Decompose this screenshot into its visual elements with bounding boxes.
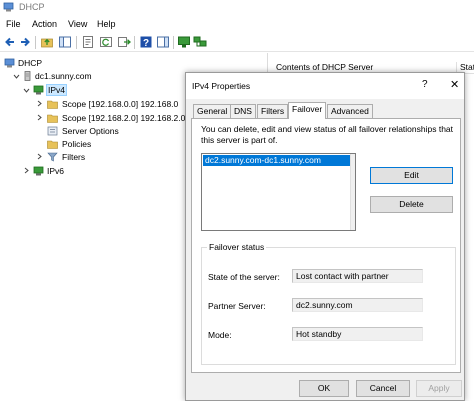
toolbar: ? [0, 33, 474, 52]
tree-node-ipv4[interactable]: IPv4 [23, 84, 68, 96]
help-icon[interactable]: ? [139, 35, 153, 49]
tree-node-server-options[interactable]: Server Options [36, 125, 119, 137]
tab-failover[interactable]: Failover [288, 102, 327, 119]
tree-label: IPv4 [45, 84, 68, 96]
tree-label: Scope [192.168.0.0] 192.168.0 [62, 99, 179, 109]
properties-icon[interactable] [81, 35, 95, 49]
tree-node-scope-192-168-2-0[interactable]: Scope [192.168.2.0] 192.168.2.0 [36, 112, 185, 124]
tab-general[interactable]: General [193, 104, 232, 118]
cancel-button[interactable]: Cancel [356, 380, 410, 397]
forward-icon[interactable] [18, 35, 32, 49]
column-header-contents[interactable]: Contents of DHCP Server [276, 62, 373, 72]
show-hide-action-pane-icon[interactable] [156, 35, 170, 49]
chevron-down-icon[interactable] [13, 73, 20, 80]
column-header-status[interactable]: Statu [456, 62, 474, 72]
state-field: Lost contact with partner [292, 269, 423, 283]
tab-filters[interactable]: Filters [257, 104, 289, 118]
ipv6-icon [33, 166, 44, 176]
menu-help[interactable]: Help [97, 19, 116, 29]
toolbar-separator [134, 36, 135, 49]
mode-label: Mode: [208, 330, 232, 340]
server-icon [24, 71, 31, 81]
menu-bar: File Action View Help [0, 16, 474, 32]
folder-icon [47, 100, 58, 109]
list-item[interactable]: dc2.sunny.com-dc1.sunny.com [203, 155, 350, 166]
window-title: DHCP [19, 2, 45, 12]
dhcp-app-icon [3, 2, 14, 12]
up-folder-icon[interactable] [40, 35, 54, 49]
menu-action[interactable]: Action [32, 19, 57, 29]
export-list-icon[interactable] [117, 35, 131, 49]
help-button[interactable]: ? [422, 79, 428, 90]
tree-label: Policies [62, 139, 92, 149]
dialog-title: IPv4 Properties [192, 81, 251, 91]
tree-node-scope-192-168-0-0[interactable]: Scope [192.168.0.0] 192.168.0 [36, 98, 178, 110]
svg-text:?: ? [143, 38, 149, 49]
partner-field: dc2.sunny.com [292, 298, 423, 312]
policies-icon [47, 140, 58, 149]
group-title: Failover status [207, 242, 267, 252]
chevron-down-icon[interactable] [23, 87, 30, 94]
menu-view[interactable]: View [68, 19, 87, 29]
ok-button[interactable]: OK [299, 380, 349, 397]
tree-label: Server Options [62, 126, 119, 136]
refresh-icon[interactable] [99, 35, 113, 49]
chevron-right-icon[interactable] [36, 114, 43, 121]
state-label: State of the server: [208, 272, 280, 282]
menu-file[interactable]: File [6, 19, 21, 29]
close-button[interactable]: ✕ [450, 78, 459, 91]
failover-relationships-list[interactable]: dc2.sunny.com-dc1.sunny.com [201, 153, 356, 231]
failover-tab-panel: You can delete, edit and view status of … [191, 118, 461, 373]
tree-node-ipv6[interactable]: IPv6 [23, 165, 64, 177]
tab-advanced[interactable]: Advanced [327, 104, 373, 118]
tab-dns[interactable]: DNS [230, 104, 256, 118]
tab-strip: General DNS Filters Failover Advanced [191, 102, 461, 119]
back-icon[interactable] [3, 35, 17, 49]
server-options-icon [47, 126, 58, 136]
partner-label: Partner Server: [208, 301, 266, 311]
tree-node-server[interactable]: dc1.sunny.com [13, 70, 92, 82]
show-hide-tree-icon[interactable] [58, 35, 72, 49]
dhcp-root-icon [4, 58, 15, 68]
tree-node-dhcp[interactable]: DHCP [4, 57, 42, 69]
tree-node-filters[interactable]: Filters [36, 151, 85, 163]
toolbar-separator [173, 36, 174, 49]
tree-label: Filters [62, 152, 86, 162]
folder-icon [47, 114, 58, 123]
list-scrollbar[interactable] [350, 154, 355, 230]
edit-button[interactable]: Edit [370, 167, 453, 184]
mode-field: Hot standby [292, 327, 423, 341]
chevron-right-icon[interactable] [36, 153, 43, 160]
ipv4-icon [33, 85, 44, 95]
toolbar-separator [35, 36, 36, 49]
tree-node-policies[interactable]: Policies [36, 138, 91, 150]
network-icon[interactable] [193, 35, 207, 49]
title-bar: DHCP [0, 0, 474, 15]
chevron-right-icon[interactable] [36, 100, 43, 107]
failover-description: You can delete, edit and view status of … [201, 124, 454, 145]
filter-icon [47, 152, 58, 162]
tree-label: IPv6 [47, 166, 65, 176]
monitor-icon[interactable] [177, 35, 191, 49]
failover-status-group: Failover status State of the server: Los… [201, 242, 456, 365]
chevron-right-icon[interactable] [23, 167, 30, 174]
apply-button[interactable]: Apply [416, 380, 462, 397]
tree-label: DHCP [18, 58, 43, 68]
tree-label: Scope [192.168.2.0] 192.168.2.0 [62, 113, 186, 123]
toolbar-separator [76, 36, 77, 49]
tree-label: dc1.sunny.com [35, 71, 92, 81]
ipv4-properties-dialog: IPv4 Properties ? ✕ General DNS Filters … [185, 72, 465, 401]
delete-button[interactable]: Delete [370, 196, 453, 213]
dialog-title-bar: IPv4 Properties ? ✕ [186, 73, 464, 99]
